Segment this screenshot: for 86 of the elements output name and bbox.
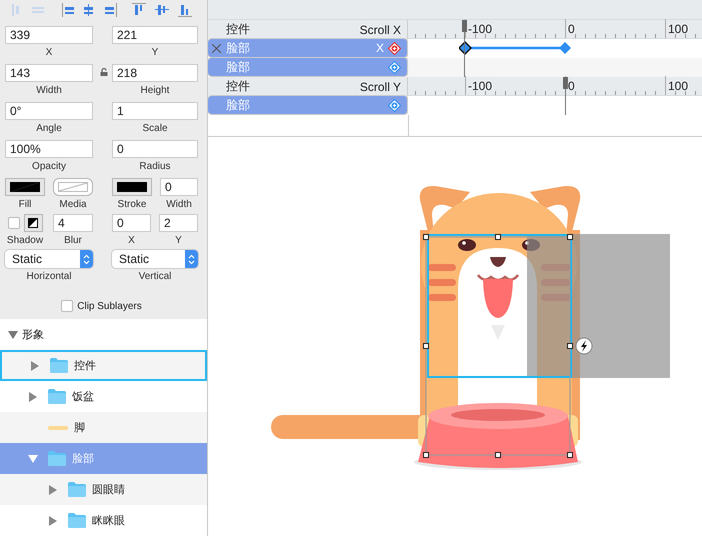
field-label: Scale — [142, 123, 168, 134]
ruler-label: -100 — [468, 22, 492, 36]
number-field[interactable]: 0 — [112, 140, 198, 158]
clip-label: Clip Sublayers — [77, 300, 142, 312]
number-field[interactable]: 0 — [112, 214, 151, 232]
ruler-label: -100 — [468, 79, 492, 93]
timeline-layer-name: 脸部 — [226, 40, 251, 56]
layer-name: 形象 — [22, 328, 44, 342]
lock-icon[interactable] — [100, 68, 108, 76]
number-field[interactable]: 0° — [5, 102, 93, 120]
folder-icon — [48, 451, 66, 466]
field-label: Shadow — [6, 235, 44, 246]
timeline-group-name: 控件 — [226, 21, 251, 38]
field-label: Vertical — [138, 271, 172, 282]
ruler-label: 0 — [568, 79, 575, 93]
field-label: Fill — [18, 199, 32, 210]
layer-name: 饭盆 — [72, 390, 94, 404]
ruler-label: 100 — [668, 79, 688, 93]
layer-name: 眯眯眼 — [92, 514, 125, 528]
layer-name: 圆眼睛 — [92, 483, 125, 497]
field-label: X — [128, 235, 135, 246]
folder-icon — [68, 513, 86, 528]
disclosure-triangle-icon[interactable] — [28, 454, 38, 464]
close-icon[interactable] — [212, 44, 221, 53]
line-shape-icon — [48, 426, 68, 430]
layer-row[interactable]: 脚 — [0, 412, 207, 443]
media-swatch[interactable] — [53, 178, 93, 196]
ruler-label: 100 — [668, 22, 688, 36]
keyframe-add-icon[interactable] — [388, 98, 401, 112]
shadow-checkbox[interactable] — [8, 217, 20, 230]
field-label: Width — [36, 85, 62, 96]
keyframe-add-icon[interactable] — [388, 42, 401, 54]
field-label: Y — [152, 47, 158, 58]
layer-name: 脚 — [74, 421, 85, 435]
shadow-swatch[interactable] — [24, 214, 42, 232]
field-label: Media — [59, 199, 87, 210]
folder-icon — [68, 482, 86, 497]
timeline-property: Scroll X — [360, 22, 401, 36]
number-field[interactable]: 0 — [160, 178, 198, 196]
field-label: Horizontal — [26, 271, 72, 282]
fill-swatch[interactable] — [5, 178, 45, 196]
number-field[interactable]: 218 — [112, 64, 198, 82]
time-ruler[interactable]: -100 0 100 — [408, 20, 702, 39]
field-label: Stroke — [118, 199, 146, 210]
position-select[interactable]: Static — [5, 250, 93, 268]
timeline-layer-name: 脸部 — [226, 96, 251, 114]
number-field[interactable]: 100% — [5, 140, 93, 158]
clip-checkbox[interactable] — [61, 300, 74, 312]
stepper-icon — [185, 250, 198, 268]
field-label: Height — [140, 85, 170, 96]
timeline-layer-name: 脸部 — [226, 58, 251, 76]
keyframe-add-icon[interactable] — [388, 60, 401, 74]
layer-row[interactable]: 控件 — [0, 350, 207, 381]
field-label: Angle — [36, 123, 62, 134]
timeline-group-name: 控件 — [226, 78, 251, 95]
number-field[interactable]: 1 — [112, 102, 198, 120]
field-label: Radius — [139, 161, 171, 172]
keyframe-bar[interactable] — [459, 41, 571, 55]
folder-icon — [48, 389, 66, 404]
layer-name: 控件 — [74, 359, 96, 373]
timeline-property: Scroll Y — [360, 80, 401, 94]
timeline-property: X — [376, 41, 384, 55]
layer-name: 脸部 — [72, 452, 94, 466]
disclosure-triangle-icon[interactable] — [28, 392, 38, 402]
field-label: X — [46, 47, 52, 58]
number-field[interactable]: 4 — [53, 214, 93, 232]
stroke-swatch[interactable] — [112, 178, 152, 196]
position-select[interactable]: Static — [112, 250, 198, 268]
disclosure-triangle-icon[interactable] — [8, 330, 18, 340]
lightning-icon[interactable] — [576, 338, 592, 354]
field-label: Opacity — [32, 161, 66, 172]
disclosure-triangle-icon[interactable] — [48, 484, 58, 494]
ruler-label: 0 — [568, 22, 575, 36]
folder-icon — [50, 358, 68, 373]
number-field[interactable]: 143 — [5, 64, 93, 82]
number-field[interactable]: 339 — [5, 26, 93, 44]
time-ruler[interactable]: -100 0 100 — [408, 77, 702, 96]
stepper-icon — [80, 250, 93, 268]
layer-row[interactable]: 圆眼睛 — [0, 474, 207, 505]
number-field[interactable]: 221 — [112, 26, 198, 44]
field-label: Width — [166, 199, 192, 210]
number-field[interactable]: 2 — [159, 214, 198, 232]
disclosure-triangle-icon[interactable] — [30, 360, 40, 370]
field-label: Y — [175, 235, 182, 246]
field-label: Blur — [64, 235, 82, 246]
disclosure-triangle-icon[interactable] — [48, 516, 58, 526]
